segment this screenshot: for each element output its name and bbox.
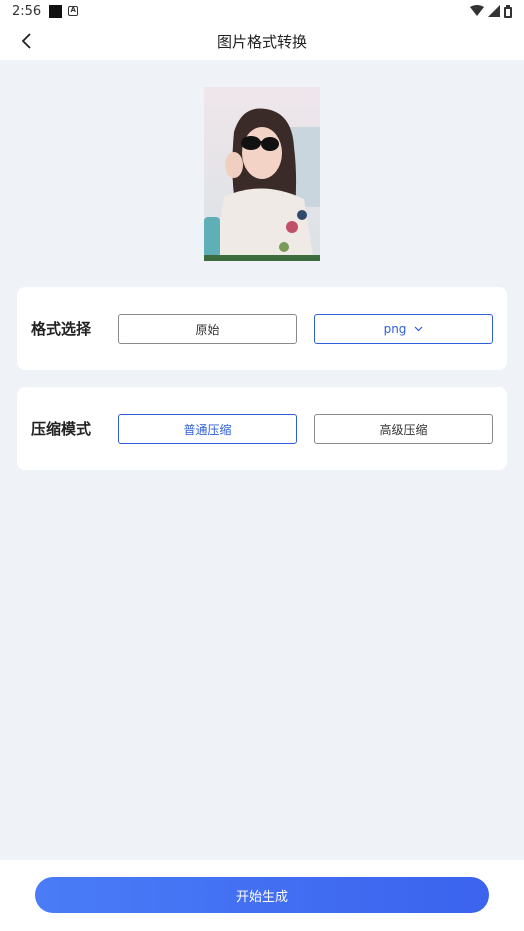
battery-icon bbox=[504, 4, 512, 18]
start-generate-label: 开始生成 bbox=[235, 889, 288, 905]
title-bar: 图片格式转换 bbox=[0, 22, 524, 60]
format-select-label: 格式选择 bbox=[31, 320, 92, 338]
format-dropdown-value: png bbox=[383, 322, 407, 336]
compress-mode-label: 压缩模式 bbox=[31, 420, 92, 438]
a-box-icon: A bbox=[68, 6, 79, 16]
advanced-compress-button[interactable]: 高级压缩 bbox=[314, 414, 493, 444]
advanced-compress-label: 高级压缩 bbox=[379, 422, 428, 437]
status-time: 2:56 bbox=[12, 3, 42, 19]
format-select-card: 格式选择 原始 png bbox=[17, 287, 507, 370]
original-format-button[interactable]: 原始 bbox=[118, 314, 297, 344]
preview-image bbox=[204, 87, 320, 261]
bottom-bar: 开始生成 bbox=[0, 860, 524, 931]
back-button[interactable] bbox=[14, 28, 40, 54]
start-generate-button[interactable]: 开始生成 bbox=[35, 877, 489, 913]
status-bar: 2:56 A bbox=[0, 0, 524, 22]
compress-mode-card: 压缩模式 普通压缩 高级压缩 bbox=[17, 387, 507, 470]
normal-compress-label: 普通压缩 bbox=[183, 422, 232, 437]
chevron-down-icon bbox=[414, 326, 423, 332]
chevron-left-icon bbox=[21, 33, 31, 49]
photo-illustration bbox=[204, 87, 320, 261]
status-icons bbox=[470, 4, 512, 18]
original-format-label: 原始 bbox=[195, 322, 220, 337]
signal-icon bbox=[488, 5, 500, 17]
format-dropdown[interactable]: png bbox=[314, 314, 493, 344]
wifi-icon bbox=[470, 5, 484, 16]
notification-square-icon bbox=[49, 4, 63, 18]
normal-compress-button[interactable]: 普通压缩 bbox=[118, 414, 297, 444]
page-title: 图片格式转换 bbox=[216, 32, 307, 51]
